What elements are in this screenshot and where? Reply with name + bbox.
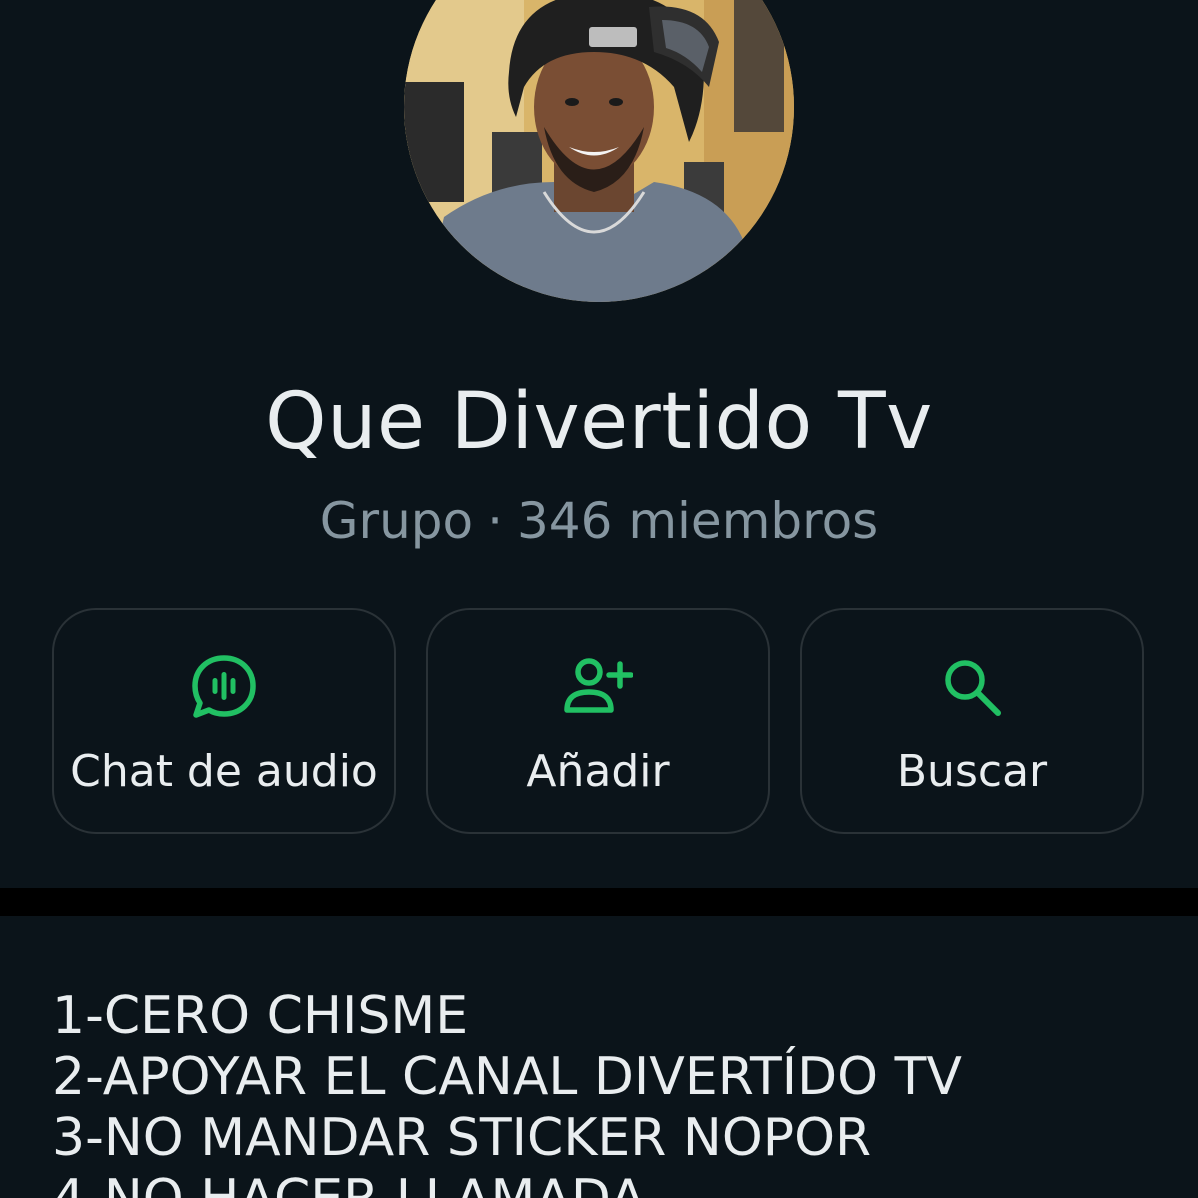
section-divider — [0, 888, 1198, 916]
member-count[interactable]: 346 miembros — [517, 492, 878, 550]
audio-chat-button[interactable]: Chat de audio — [52, 608, 396, 834]
separator-dot: · — [487, 492, 503, 550]
group-photo — [404, 0, 794, 302]
group-type: Grupo — [319, 492, 474, 550]
audio-chat-label: Chat de audio — [70, 746, 378, 797]
quick-actions: Chat de audio Añadir Buscar — [52, 608, 1146, 836]
description-line: 2-APOYAR EL CANAL DIVERTÍDO TV — [52, 1047, 962, 1107]
search-icon — [945, 660, 1001, 716]
group-name[interactable]: Que Divertido Tv — [0, 372, 1198, 472]
group-info-screen: Que Divertido Tv Grupo · 346 miembros Chat… — [0, 0, 1198, 1198]
description-line: 1-CERO CHISME — [52, 986, 469, 1046]
add-member-label: Añadir — [526, 746, 670, 797]
group-avatar[interactable] — [404, 0, 794, 302]
description-line: 3-NO MANDAR STICKER NOPOR — [52, 1108, 872, 1168]
description-line: 4-NO HACER LLAMADA — [52, 1169, 1172, 1198]
audio-chat-icon — [192, 655, 256, 718]
search-button[interactable]: Buscar — [800, 608, 1144, 834]
group-subtitle: Grupo · 346 miembros — [0, 490, 1198, 552]
add-person-icon — [564, 658, 633, 713]
add-member-button[interactable]: Añadir — [426, 608, 770, 834]
search-label: Buscar — [896, 746, 1048, 797]
group-description[interactable]: 1-CERO CHISME 2-APOYAR EL CANAL DIVERTÍDO… — [52, 986, 1172, 1198]
